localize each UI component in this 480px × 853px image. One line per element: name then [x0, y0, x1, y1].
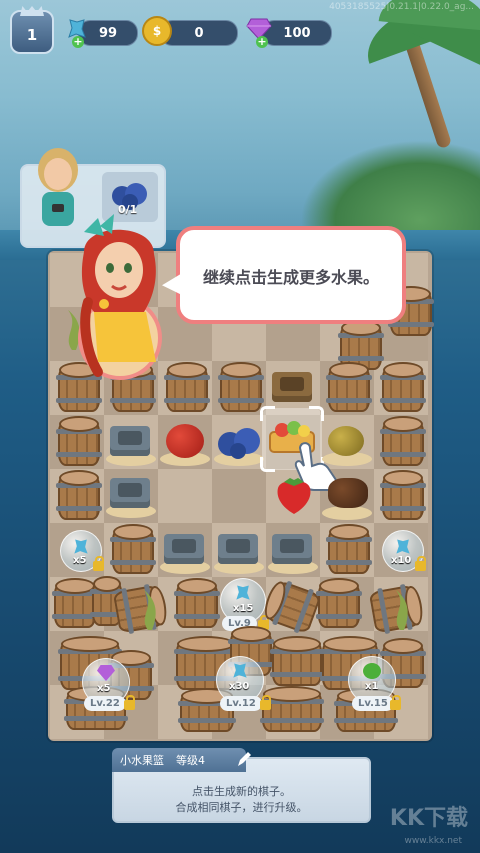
seaweed-decoration — [144, 590, 156, 630]
helper-character — [80, 214, 156, 377]
crate-item[interactable] — [110, 426, 150, 456]
gem-value: 100 — [283, 25, 311, 41]
multiplier-label: x30 — [229, 681, 250, 692]
crate-item[interactable] — [272, 534, 312, 564]
info-line-1: 点击生成新的棋子。 — [192, 785, 291, 798]
barrel-item[interactable] — [56, 416, 102, 466]
strawberry-item[interactable] — [272, 474, 316, 518]
focus-corner — [260, 457, 275, 472]
coconut-item[interactable] — [328, 478, 368, 508]
clover-icon — [363, 663, 381, 679]
barrel-item[interactable] — [56, 470, 102, 520]
crate-item[interactable] — [218, 534, 258, 564]
island-decoration — [300, 140, 480, 240]
info-line-2: 合成相同棋子，进行升级。 — [175, 801, 308, 814]
coin-icon: $ — [142, 16, 172, 46]
watermark-logo: KK下载 — [389, 806, 468, 831]
board-cell[interactable] — [158, 469, 212, 523]
barrel-item[interactable] — [110, 524, 156, 574]
level-tag: Lv.12 — [220, 696, 262, 711]
barrel-item[interactable] — [326, 524, 372, 574]
barrel-item[interactable] — [316, 578, 362, 628]
lock-icon — [93, 556, 104, 571]
wooden-box-item[interactable] — [272, 372, 312, 402]
energy-generator-bubble[interactable]: x5 — [60, 530, 104, 572]
energy-icon — [233, 663, 247, 678]
energy-icon — [74, 539, 88, 554]
item-name: 小水果篮 — [120, 754, 164, 767]
tutorial-message: 继续点击生成更多水果。 — [202, 268, 379, 287]
tomato-item[interactable] — [166, 424, 204, 458]
multiplier-label: x10 — [391, 555, 412, 566]
focus-corner — [260, 406, 275, 421]
level-tag: Lv.15 — [352, 696, 394, 711]
gem-icon — [97, 665, 115, 681]
energy-value: 99 — [98, 25, 118, 41]
coin-value: 0 — [194, 25, 204, 41]
barrel-item[interactable] — [270, 636, 324, 686]
lock-icon — [415, 556, 426, 571]
barrel-item[interactable] — [380, 470, 426, 520]
level-tag: Lv.22 — [84, 696, 126, 711]
multiplier-label: x1 — [365, 681, 379, 692]
seaweed-decoration — [396, 590, 408, 630]
crate-item[interactable] — [110, 478, 150, 508]
barrel-item[interactable] — [326, 362, 372, 412]
crate-item[interactable] — [164, 534, 204, 564]
tutorial-speech-bubble: 继续点击生成更多水果。 — [176, 226, 406, 324]
energy-icon — [396, 539, 410, 554]
barrel-item[interactable] — [260, 686, 324, 732]
energy-generator-bubble[interactable]: x10 — [382, 530, 426, 572]
add-gem-icon[interactable]: + — [256, 36, 268, 48]
barrel-item[interactable] — [174, 578, 220, 628]
player-level-badge[interactable]: 1 — [10, 6, 54, 54]
version-text: 4053185525|0.21.1|0.22.0_ag... — [329, 2, 474, 12]
barrel-item[interactable] — [218, 362, 264, 412]
board-cell[interactable] — [212, 469, 266, 523]
focus-corner — [309, 406, 324, 421]
multiplier-label: x5 — [97, 683, 111, 694]
item-info-tab: 小水果篮 等级4 — [112, 748, 251, 772]
multiplier-label: x15 — [233, 603, 254, 614]
item-level: 等级4 — [176, 754, 205, 767]
barrel-item[interactable] — [380, 362, 426, 412]
player-level: 1 — [26, 26, 38, 44]
pencil-icon[interactable] — [236, 750, 252, 768]
energy-icon — [236, 585, 250, 600]
watermark-url: www.kkx.net — [404, 836, 463, 846]
sand-pile — [322, 506, 372, 520]
blueberry-item[interactable] — [216, 422, 262, 460]
lock-icon — [390, 695, 401, 710]
barrel-item[interactable] — [380, 416, 426, 466]
lock-icon — [124, 695, 135, 710]
lock-icon — [260, 695, 271, 710]
add-energy-icon[interactable]: + — [72, 36, 84, 48]
multiplier-label: x5 — [73, 555, 87, 566]
lemon-item[interactable] — [328, 426, 364, 456]
